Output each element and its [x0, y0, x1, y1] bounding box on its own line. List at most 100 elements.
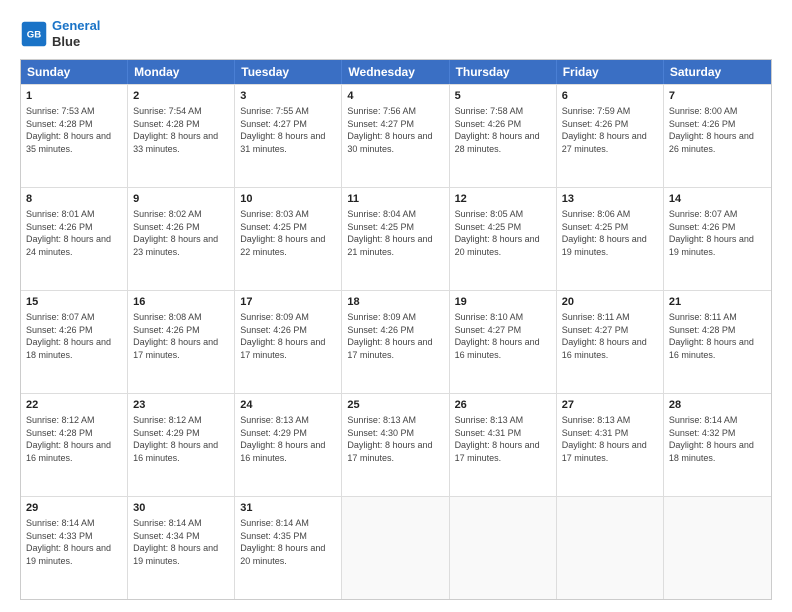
- day-info: Sunrise: 8:07 AMSunset: 4:26 PMDaylight:…: [669, 208, 766, 258]
- day-cell-1: 1Sunrise: 7:53 AMSunset: 4:28 PMDaylight…: [21, 85, 128, 187]
- day-info: Sunrise: 7:56 AMSunset: 4:27 PMDaylight:…: [347, 105, 443, 155]
- day-cell-19: 19Sunrise: 8:10 AMSunset: 4:27 PMDayligh…: [450, 291, 557, 393]
- day-info: Sunrise: 8:12 AMSunset: 4:29 PMDaylight:…: [133, 414, 229, 464]
- day-cell-17: 17Sunrise: 8:09 AMSunset: 4:26 PMDayligh…: [235, 291, 342, 393]
- day-cell-20: 20Sunrise: 8:11 AMSunset: 4:27 PMDayligh…: [557, 291, 664, 393]
- day-cell-6: 6Sunrise: 7:59 AMSunset: 4:26 PMDaylight…: [557, 85, 664, 187]
- day-number: 23: [133, 398, 229, 413]
- day-number: 10: [240, 192, 336, 207]
- day-number: 9: [133, 192, 229, 207]
- day-cell-23: 23Sunrise: 8:12 AMSunset: 4:29 PMDayligh…: [128, 394, 235, 496]
- day-number: 3: [240, 89, 336, 104]
- day-info: Sunrise: 8:09 AMSunset: 4:26 PMDaylight:…: [240, 311, 336, 361]
- page: GB General Blue SundayMondayTuesdayWedne…: [0, 0, 792, 612]
- day-number: 17: [240, 295, 336, 310]
- logo-icon: GB: [20, 20, 48, 48]
- day-header-friday: Friday: [557, 60, 664, 84]
- empty-cell: [664, 497, 771, 599]
- day-cell-5: 5Sunrise: 7:58 AMSunset: 4:26 PMDaylight…: [450, 85, 557, 187]
- day-cell-11: 11Sunrise: 8:04 AMSunset: 4:25 PMDayligh…: [342, 188, 449, 290]
- logo: GB General Blue: [20, 18, 100, 49]
- day-info: Sunrise: 8:03 AMSunset: 4:25 PMDaylight:…: [240, 208, 336, 258]
- calendar-body: 1Sunrise: 7:53 AMSunset: 4:28 PMDaylight…: [21, 84, 771, 599]
- week-row-1: 1Sunrise: 7:53 AMSunset: 4:28 PMDaylight…: [21, 84, 771, 187]
- day-info: Sunrise: 8:14 AMSunset: 4:33 PMDaylight:…: [26, 517, 122, 567]
- day-cell-8: 8Sunrise: 8:01 AMSunset: 4:26 PMDaylight…: [21, 188, 128, 290]
- day-number: 5: [455, 89, 551, 104]
- day-number: 16: [133, 295, 229, 310]
- day-number: 1: [26, 89, 122, 104]
- day-info: Sunrise: 7:54 AMSunset: 4:28 PMDaylight:…: [133, 105, 229, 155]
- day-cell-29: 29Sunrise: 8:14 AMSunset: 4:33 PMDayligh…: [21, 497, 128, 599]
- day-info: Sunrise: 8:08 AMSunset: 4:26 PMDaylight:…: [133, 311, 229, 361]
- day-cell-16: 16Sunrise: 8:08 AMSunset: 4:26 PMDayligh…: [128, 291, 235, 393]
- day-cell-27: 27Sunrise: 8:13 AMSunset: 4:31 PMDayligh…: [557, 394, 664, 496]
- day-number: 27: [562, 398, 658, 413]
- day-number: 25: [347, 398, 443, 413]
- week-row-2: 8Sunrise: 8:01 AMSunset: 4:26 PMDaylight…: [21, 187, 771, 290]
- day-info: Sunrise: 8:05 AMSunset: 4:25 PMDaylight:…: [455, 208, 551, 258]
- day-number: 26: [455, 398, 551, 413]
- logo-text: General Blue: [52, 18, 100, 49]
- day-number: 19: [455, 295, 551, 310]
- day-info: Sunrise: 8:13 AMSunset: 4:31 PMDaylight:…: [455, 414, 551, 464]
- day-number: 18: [347, 295, 443, 310]
- day-number: 4: [347, 89, 443, 104]
- day-cell-2: 2Sunrise: 7:54 AMSunset: 4:28 PMDaylight…: [128, 85, 235, 187]
- day-number: 31: [240, 501, 336, 516]
- day-number: 11: [347, 192, 443, 207]
- day-info: Sunrise: 8:12 AMSunset: 4:28 PMDaylight:…: [26, 414, 122, 464]
- svg-text:GB: GB: [27, 29, 41, 40]
- day-number: 12: [455, 192, 551, 207]
- day-cell-25: 25Sunrise: 8:13 AMSunset: 4:30 PMDayligh…: [342, 394, 449, 496]
- day-info: Sunrise: 8:01 AMSunset: 4:26 PMDaylight:…: [26, 208, 122, 258]
- day-info: Sunrise: 8:11 AMSunset: 4:28 PMDaylight:…: [669, 311, 766, 361]
- day-cell-30: 30Sunrise: 8:14 AMSunset: 4:34 PMDayligh…: [128, 497, 235, 599]
- day-info: Sunrise: 8:11 AMSunset: 4:27 PMDaylight:…: [562, 311, 658, 361]
- day-info: Sunrise: 8:14 AMSunset: 4:35 PMDaylight:…: [240, 517, 336, 567]
- week-row-5: 29Sunrise: 8:14 AMSunset: 4:33 PMDayligh…: [21, 496, 771, 599]
- day-info: Sunrise: 8:14 AMSunset: 4:32 PMDaylight:…: [669, 414, 766, 464]
- day-cell-7: 7Sunrise: 8:00 AMSunset: 4:26 PMDaylight…: [664, 85, 771, 187]
- day-cell-15: 15Sunrise: 8:07 AMSunset: 4:26 PMDayligh…: [21, 291, 128, 393]
- day-header-wednesday: Wednesday: [342, 60, 449, 84]
- day-info: Sunrise: 8:00 AMSunset: 4:26 PMDaylight:…: [669, 105, 766, 155]
- day-cell-21: 21Sunrise: 8:11 AMSunset: 4:28 PMDayligh…: [664, 291, 771, 393]
- day-number: 7: [669, 89, 766, 104]
- day-info: Sunrise: 7:58 AMSunset: 4:26 PMDaylight:…: [455, 105, 551, 155]
- day-info: Sunrise: 8:13 AMSunset: 4:30 PMDaylight:…: [347, 414, 443, 464]
- day-number: 2: [133, 89, 229, 104]
- day-cell-9: 9Sunrise: 8:02 AMSunset: 4:26 PMDaylight…: [128, 188, 235, 290]
- day-info: Sunrise: 7:55 AMSunset: 4:27 PMDaylight:…: [240, 105, 336, 155]
- day-number: 13: [562, 192, 658, 207]
- day-header-thursday: Thursday: [450, 60, 557, 84]
- day-cell-18: 18Sunrise: 8:09 AMSunset: 4:26 PMDayligh…: [342, 291, 449, 393]
- empty-cell: [450, 497, 557, 599]
- empty-cell: [557, 497, 664, 599]
- day-info: Sunrise: 7:59 AMSunset: 4:26 PMDaylight:…: [562, 105, 658, 155]
- week-row-3: 15Sunrise: 8:07 AMSunset: 4:26 PMDayligh…: [21, 290, 771, 393]
- day-cell-13: 13Sunrise: 8:06 AMSunset: 4:25 PMDayligh…: [557, 188, 664, 290]
- day-info: Sunrise: 8:04 AMSunset: 4:25 PMDaylight:…: [347, 208, 443, 258]
- calendar: SundayMondayTuesdayWednesdayThursdayFrid…: [20, 59, 772, 600]
- day-cell-4: 4Sunrise: 7:56 AMSunset: 4:27 PMDaylight…: [342, 85, 449, 187]
- day-cell-3: 3Sunrise: 7:55 AMSunset: 4:27 PMDaylight…: [235, 85, 342, 187]
- day-cell-26: 26Sunrise: 8:13 AMSunset: 4:31 PMDayligh…: [450, 394, 557, 496]
- day-number: 6: [562, 89, 658, 104]
- day-number: 15: [26, 295, 122, 310]
- day-cell-22: 22Sunrise: 8:12 AMSunset: 4:28 PMDayligh…: [21, 394, 128, 496]
- day-cell-12: 12Sunrise: 8:05 AMSunset: 4:25 PMDayligh…: [450, 188, 557, 290]
- day-info: Sunrise: 8:10 AMSunset: 4:27 PMDaylight:…: [455, 311, 551, 361]
- day-header-monday: Monday: [128, 60, 235, 84]
- day-number: 14: [669, 192, 766, 207]
- day-header-tuesday: Tuesday: [235, 60, 342, 84]
- day-number: 8: [26, 192, 122, 207]
- day-cell-31: 31Sunrise: 8:14 AMSunset: 4:35 PMDayligh…: [235, 497, 342, 599]
- week-row-4: 22Sunrise: 8:12 AMSunset: 4:28 PMDayligh…: [21, 393, 771, 496]
- day-number: 24: [240, 398, 336, 413]
- day-info: Sunrise: 8:13 AMSunset: 4:29 PMDaylight:…: [240, 414, 336, 464]
- day-number: 30: [133, 501, 229, 516]
- day-number: 29: [26, 501, 122, 516]
- day-cell-28: 28Sunrise: 8:14 AMSunset: 4:32 PMDayligh…: [664, 394, 771, 496]
- day-info: Sunrise: 8:13 AMSunset: 4:31 PMDaylight:…: [562, 414, 658, 464]
